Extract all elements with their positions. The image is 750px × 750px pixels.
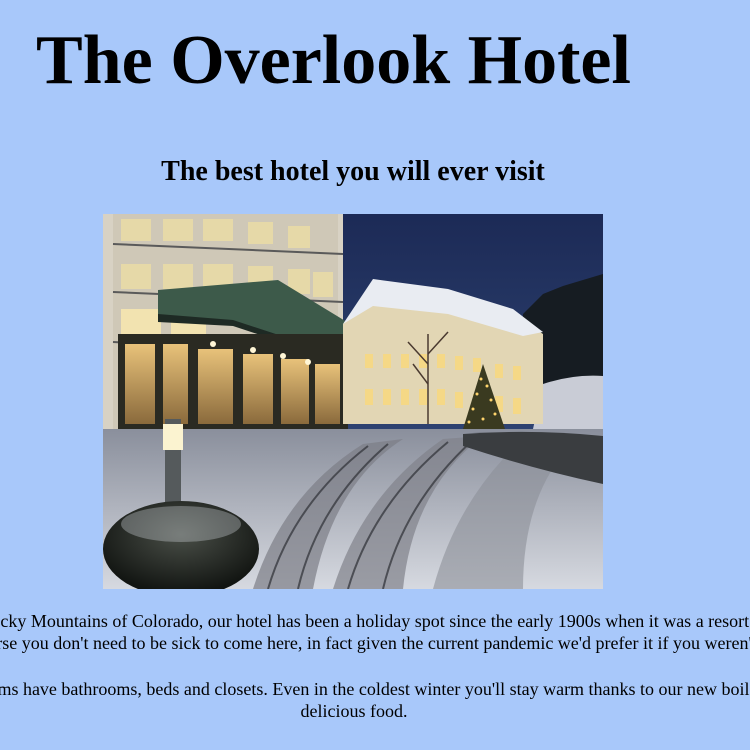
page: The Overlook Hotel The best hotel you wi… <box>0 0 750 750</box>
rooms-line-2: delicious food. <box>300 701 408 721</box>
page-subtitle: The best hotel you will ever visit <box>161 156 545 187</box>
hotel-photo <box>103 214 603 589</box>
intro-line-2: Of course you don't need to be sick to c… <box>0 633 750 653</box>
intro-paragraph: Situated in the Rocky Mountains of Color… <box>0 610 750 654</box>
rooms-line-1: Our rooms have bathrooms, beds and close… <box>0 679 750 699</box>
page-title: The Overlook Hotel <box>36 22 631 99</box>
intro-line-1: Situated in the Rocky Mountains of Color… <box>0 611 750 631</box>
rooms-paragraph: Our rooms have bathrooms, beds and close… <box>0 678 750 722</box>
